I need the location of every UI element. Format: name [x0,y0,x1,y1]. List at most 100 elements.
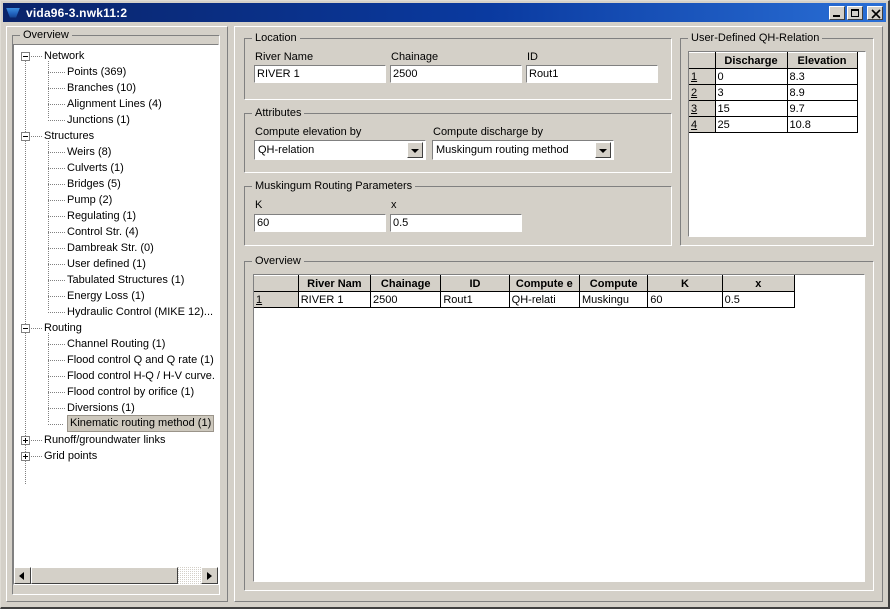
tree-item-grid-points[interactable]: Grid points [14,448,218,464]
qh-corner-cell[interactable] [689,52,716,69]
chevron-down-icon[interactable] [595,142,611,158]
scroll-right-button[interactable] [201,567,218,584]
scrollbar-thumb[interactable] [31,567,178,584]
tree-item-alignment-lines[interactable]: Alignment Lines (4) [14,96,218,112]
ov-col-id[interactable]: ID [440,275,510,292]
tree-item-control-str[interactable]: Control Str. (4) [14,224,218,240]
tree-horizontal-scrollbar[interactable] [14,567,218,584]
maximize-button[interactable] [847,5,863,20]
scrollbar-track[interactable] [31,567,201,584]
tree-item-structures[interactable]: Structures [14,128,218,144]
tree-item-culverts[interactable]: Culverts (1) [14,160,218,176]
title-bar[interactable]: vida96-3.nwk11:2 [3,3,886,22]
tree-item-energy-loss[interactable]: Energy Loss (1) [14,288,218,304]
cell-elevation[interactable]: 9.7 [787,100,858,117]
tree-connector [48,152,65,153]
tree-item-points[interactable]: Points (369) [14,64,218,80]
river-name-input[interactable]: RIVER 1 [254,65,386,83]
ov-col-chainage[interactable]: Chainage [370,275,442,292]
tree-item-bridges[interactable]: Bridges (5) [14,176,218,192]
attributes-group-title: Attributes [252,107,305,119]
ov-col-river-name[interactable]: River Nam [298,275,372,292]
tree-item-flood-control-hq[interactable]: Flood control H-Q / H-V curve. [14,368,218,384]
expand-toggle-icon[interactable] [21,452,30,461]
k-input[interactable]: 60 [254,214,386,232]
ov-corner-cell[interactable] [254,275,299,292]
qh-relation-table[interactable]: Discharge Elevation 1 0 8.3 2 3 8.9 3 15… [688,51,866,237]
network-tree[interactable]: Network Points (369) Branches (10) Align… [13,44,219,585]
table-row[interactable]: 1 0 8.3 [689,68,858,85]
cell-river-name[interactable]: RIVER 1 [298,291,372,308]
tree-item-kinematic-routing-method[interactable]: Kinematic routing method (1) [14,415,218,432]
row-number[interactable]: 4 [689,116,716,133]
x-input[interactable]: 0.5 [390,214,522,232]
cell-compute-discharge[interactable]: Muskingu [579,291,649,308]
cell-id[interactable]: Rout1 [440,291,510,308]
collapse-toggle-icon[interactable] [21,52,30,61]
cell-discharge[interactable]: 3 [715,84,788,101]
expand-toggle-icon[interactable] [21,436,30,445]
tree-item-branches[interactable]: Branches (10) [14,80,218,96]
cell-discharge[interactable]: 15 [715,100,788,117]
tree-item-label: Control Str. (4) [67,226,139,238]
tree-item-label: Network [44,50,85,62]
minimize-button[interactable] [829,5,845,20]
table-header-row: River Nam Chainage ID Compute e Compute … [254,275,796,292]
cell-discharge[interactable]: 25 [715,116,788,133]
cell-compute-elevation[interactable]: QH-relati [509,291,580,308]
id-input[interactable]: Rout1 [526,65,658,83]
ov-col-x[interactable]: x [722,275,796,292]
tree-item-network[interactable]: Network [14,48,218,64]
tree-item-junctions[interactable]: Junctions (1) [14,112,218,128]
ov-col-compute-discharge[interactable]: Compute [579,275,649,292]
cell-elevation[interactable]: 8.3 [787,68,858,85]
scroll-left-button[interactable] [14,567,31,584]
tree-connector [48,376,65,377]
cell-chainage[interactable]: 2500 [370,291,442,308]
cell-elevation[interactable]: 10.8 [787,116,858,133]
tree-item-diversions[interactable]: Diversions (1) [14,400,218,416]
cell-elevation[interactable]: 8.9 [787,84,858,101]
cell-x[interactable]: 0.5 [722,291,796,308]
table-row[interactable]: 1 RIVER 1 2500 Rout1 QH-relati Muskingu … [254,291,796,308]
cell-k[interactable]: 60 [647,291,723,308]
tree-item-weirs[interactable]: Weirs (8) [14,144,218,160]
table-row[interactable]: 2 3 8.9 [689,84,858,101]
tree-item-pump[interactable]: Pump (2) [14,192,218,208]
table-row[interactable]: 3 15 9.7 [689,100,858,117]
tree-item-label: Dambreak Str. (0) [67,242,154,254]
tree-item-tabulated-structures[interactable]: Tabulated Structures (1) [14,272,218,288]
close-icon [871,8,881,19]
compute-discharge-select[interactable]: Muskingum routing method [432,140,614,160]
collapse-toggle-icon[interactable] [21,324,30,333]
tree-item-label: Tabulated Structures (1) [67,274,185,286]
row-number[interactable]: 2 [689,84,716,101]
collapse-toggle-icon[interactable] [21,132,30,141]
tree-item-hydraulic-control[interactable]: Hydraulic Control (MIKE 12)... [14,304,218,320]
tree-item-routing[interactable]: Routing [14,320,218,336]
qh-col-discharge[interactable]: Discharge [715,52,788,69]
tree-item-regulating[interactable]: Regulating (1) [14,208,218,224]
overview-table[interactable]: River Nam Chainage ID Compute e Compute … [253,274,865,582]
tree-connector [48,72,65,73]
tree-item-channel-routing[interactable]: Channel Routing (1) [14,336,218,352]
qh-col-elevation[interactable]: Elevation [787,52,858,69]
tree-item-user-defined[interactable]: User defined (1) [14,256,218,272]
chainage-input[interactable]: 2500 [390,65,522,83]
ov-col-k[interactable]: K [647,275,723,292]
chevron-down-icon[interactable] [407,142,423,158]
tree-item-dambreak-str[interactable]: Dambreak Str. (0) [14,240,218,256]
tree-connector [48,296,65,297]
row-number[interactable]: 1 [689,68,716,85]
tree-item-runoff-groundwater-links[interactable]: Runoff/groundwater links [14,432,218,448]
tree-connector [31,56,42,57]
table-row[interactable]: 4 25 10.8 [689,116,858,133]
tree-item-flood-control-orifice[interactable]: Flood control by orifice (1) [14,384,218,400]
ov-col-compute-elevation[interactable]: Compute e [509,275,580,292]
row-number[interactable]: 1 [254,291,299,308]
compute-elevation-select[interactable]: QH-relation [254,140,426,160]
tree-item-flood-control-q[interactable]: Flood control Q and Q rate (1) [14,352,218,368]
row-number[interactable]: 3 [689,100,716,117]
close-button[interactable] [867,5,883,20]
cell-discharge[interactable]: 0 [715,68,788,85]
